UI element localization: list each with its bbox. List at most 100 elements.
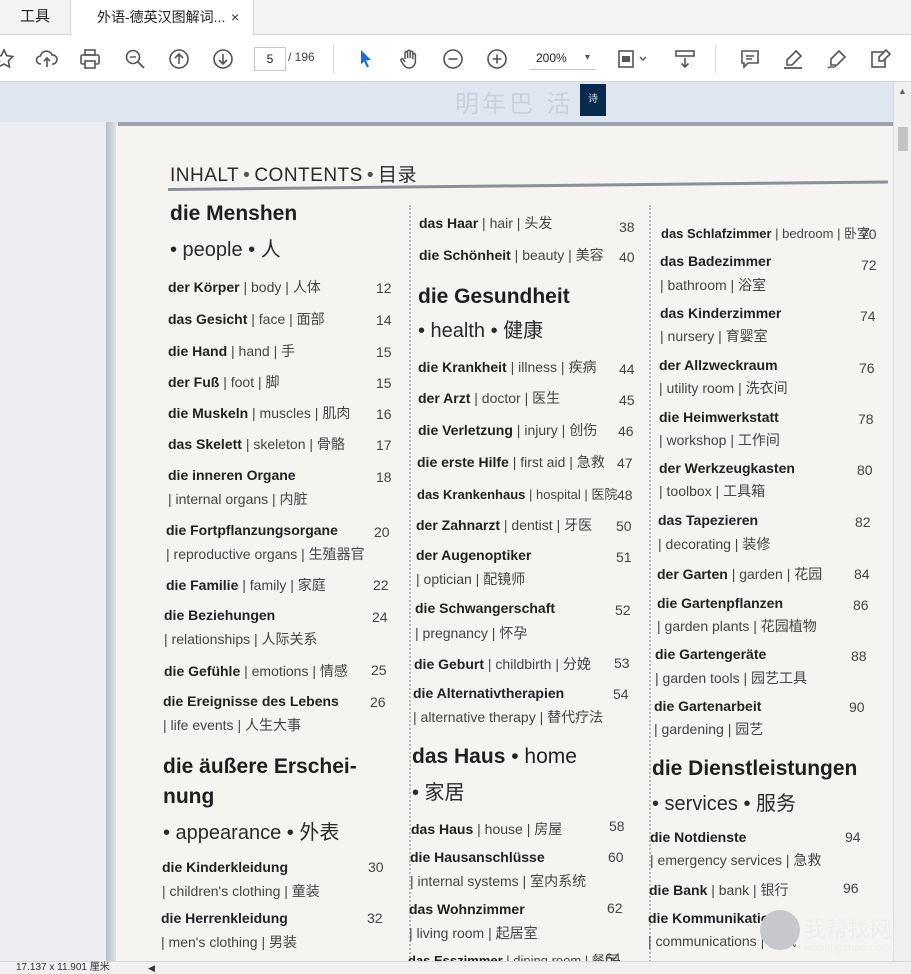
scroll-left-icon[interactable]: ◀ (148, 962, 155, 974)
toc-entry[interactable]: die Schönheit | beauty | 美容 (419, 245, 604, 265)
toc-entry[interactable]: die Schwangerschaft (415, 600, 555, 616)
toc-entry-translation: | optician | 配镜师 (416, 571, 526, 587)
toc-entry[interactable]: das Haus | house | 房屋 (411, 819, 562, 839)
toc-entry[interactable]: das Wohnzimmer (409, 901, 525, 917)
select-cursor-icon[interactable] (354, 47, 378, 71)
toc-entry[interactable]: das Skelett | skeleton | 骨骼 (168, 434, 345, 454)
vertical-scrollbar[interactable]: ▲ (893, 82, 911, 961)
page-number-input[interactable]: 5 (254, 47, 286, 71)
toc-entry[interactable]: das Schlafzimmer | bedroom | 卧室 (661, 223, 870, 242)
site-watermark: 我帮找网 wobangzhao.com (760, 906, 911, 961)
zoom-out-icon[interactable] (441, 47, 465, 71)
close-icon[interactable]: × (231, 0, 239, 34)
toc-entry[interactable]: die Geburt | childbirth | 分娩 (414, 654, 591, 674)
tab-tools[interactable]: 工具 (0, 0, 71, 34)
toc-entry[interactable]: der Allzweckraum (659, 357, 778, 373)
sign-icon[interactable] (825, 47, 849, 71)
toc-entry-translation: | life events | 人生大事 (163, 717, 301, 733)
tab-document[interactable]: 外语-德英汉图解词... × (71, 0, 254, 35)
toc-entry[interactable]: die Gefühle | emotions | 情感 (164, 661, 348, 681)
toolbar: 5 / 196 200% ▾ (0, 35, 911, 82)
toc-entry[interactable]: die Beziehungen (164, 607, 275, 623)
page-number: 51 (616, 549, 632, 565)
toc-entry-translation: | pregnancy | 怀孕 (415, 625, 528, 641)
page-number: 30 (368, 859, 384, 875)
page-number: 15 (376, 344, 392, 360)
toc-entry[interactable]: die Kommunikation (648, 910, 778, 926)
toc-entry[interactable]: der Augenoptiker (416, 547, 531, 563)
page-number: 14 (376, 312, 392, 328)
page-number: 70 (861, 226, 877, 242)
zoom-icon[interactable] (123, 47, 147, 71)
toc-entry[interactable]: die Muskeln | muscles | 肌肉 (168, 403, 350, 423)
toc-entry-translation: | garden tools | 园艺工具 (655, 670, 807, 686)
toc-entry[interactable]: die Gartengeräte (655, 646, 766, 662)
toc-entry-translation: | living room | 起居室 (409, 925, 538, 941)
hand-icon[interactable] (397, 47, 421, 71)
toc-entry[interactable]: die Alternativtherapien (413, 685, 564, 701)
toc-entry[interactable]: das Haar | hair | 头发 (419, 213, 552, 233)
toc-entry[interactable]: die Hand | hand | 手 (168, 341, 295, 361)
toc-entry-translation: | gardening | 园艺 (654, 721, 764, 737)
section-subtitle: • 家居 (412, 782, 465, 804)
toc-entry[interactable]: die Gartenarbeit (654, 698, 761, 714)
scroll-up-icon[interactable]: ▲ (898, 86, 907, 96)
toc-entry[interactable]: das Gesicht | face | 面部 (168, 309, 325, 329)
scrollbar-thumb[interactable] (898, 127, 908, 151)
toc-entry[interactable]: das Kinderzimmer (660, 305, 781, 321)
tab-document-title: 外语-德英汉图解词... (97, 9, 226, 25)
toc-entry[interactable]: der Körper | body | 人体 (168, 277, 321, 297)
toc-entry[interactable]: die Fortpflanzungsorgane (166, 522, 338, 538)
toc-entry[interactable]: der Fuß | foot | 脚 (168, 372, 280, 392)
toc-entry[interactable]: der Werkzeugkasten (659, 460, 795, 476)
page-number: 15 (376, 375, 392, 391)
highlight-icon[interactable] (781, 47, 805, 71)
page-number: 46 (618, 423, 634, 439)
toc-entry[interactable]: das Tapezieren (658, 512, 758, 528)
toc-entry[interactable]: die Kinderkleidung (162, 859, 288, 875)
toc-entry[interactable]: die Familie | family | 家庭 (166, 575, 326, 595)
fill-sign-icon[interactable] (869, 47, 893, 71)
toc-entry[interactable]: das Badezimmer (660, 253, 771, 269)
toc-entry[interactable]: die Krankheit | illness | 疾病 (418, 357, 596, 377)
toc-entry-translation: | internal systems | 室内系统 (410, 873, 587, 889)
page-number: 86 (853, 597, 869, 613)
toc-entry[interactable]: die inneren Organe (168, 467, 296, 483)
page-number: 80 (857, 462, 873, 478)
zoom-in-icon[interactable] (485, 47, 509, 71)
page-number: 40 (619, 249, 635, 265)
print-icon[interactable] (78, 47, 102, 71)
upload-icon[interactable] (35, 47, 59, 71)
toc-entry[interactable]: der Arzt | doctor | 医生 (418, 388, 560, 408)
section-subtitle: • health • 健康 (418, 320, 544, 342)
fit-page-icon[interactable] (616, 47, 650, 71)
toc-entry[interactable]: der Zahnarzt | dentist | 牙医 (416, 515, 592, 535)
comment-icon[interactable] (738, 47, 762, 71)
toc-entry[interactable]: der Garten | garden | 花园 (657, 564, 822, 584)
page-number: 84 (854, 566, 870, 582)
toc-entry[interactable]: das Krankenhaus | hospital | 医院 (417, 484, 617, 503)
toc-entry-translation: | children's clothing | 童装 (162, 883, 320, 899)
toc-entry[interactable]: die Gartenpflanzen (657, 595, 783, 611)
toc-entry[interactable]: die Herrenkleidung (161, 910, 288, 926)
page-number: 24 (372, 609, 388, 625)
toc-entry[interactable]: die Hausanschlüsse (410, 849, 545, 865)
arrow-up-icon[interactable] (167, 47, 191, 71)
scroll-mode-icon[interactable] (673, 47, 697, 71)
page-number: 44 (619, 361, 635, 377)
toc-entry-translation: | men's clothing | 男装 (161, 934, 297, 950)
arrow-down-icon[interactable] (211, 47, 235, 71)
toc-entry[interactable]: die Notdienste (650, 829, 746, 845)
section-title: nung (163, 785, 215, 808)
toc-entry[interactable]: die Heimwerkstatt (659, 409, 779, 425)
star-icon[interactable] (0, 47, 16, 71)
watermark-text: 我帮找网 (804, 918, 893, 943)
toc-entry[interactable]: die Bank | bank | 银行 (649, 880, 789, 900)
toc-entry-translation: | emergency services | 急救 (650, 852, 822, 868)
chevron-down-icon: ▾ (584, 52, 590, 63)
toc-entry[interactable]: die Ereignisse des Lebens (163, 693, 339, 709)
toc-entry[interactable]: die erste Hilfe | first aid | 急救 (417, 452, 605, 472)
tab-bar: 工具 外语-德英汉图解词... × (0, 0, 911, 35)
toc-entry[interactable]: die Verletzung | injury | 创伤 (418, 420, 597, 440)
zoom-level-select[interactable]: 200% ▾ (530, 47, 596, 70)
